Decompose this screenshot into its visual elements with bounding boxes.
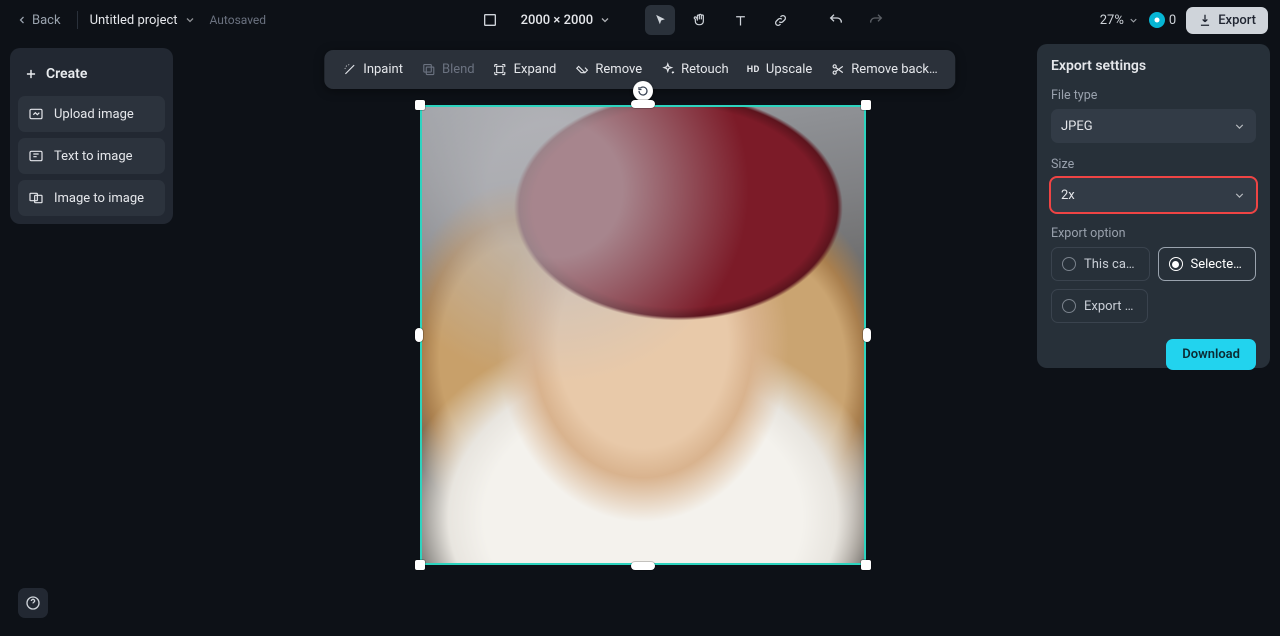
export-option-label: Export option: [1051, 226, 1256, 241]
download-button[interactable]: Download: [1166, 339, 1256, 370]
undo-button[interactable]: [821, 5, 851, 35]
back-button[interactable]: Back: [12, 9, 65, 32]
upload-image-label: Upload image: [54, 107, 134, 122]
size-value: 2x: [1061, 188, 1075, 203]
create-header: Create: [18, 56, 165, 90]
redo-button[interactable]: [861, 5, 891, 35]
chevron-down-icon: [184, 14, 196, 26]
chevron-down-icon: [599, 14, 611, 26]
top-bar-center: 2000 × 2000: [274, 5, 1092, 35]
undo-icon: [828, 12, 844, 28]
canvas-dimensions-label: 2000 × 2000: [521, 13, 594, 28]
download-label: Download: [1182, 347, 1240, 362]
hand-icon: [692, 12, 708, 28]
help-button[interactable]: [18, 588, 48, 618]
workspace: Create Upload image Text to image Image …: [0, 40, 1280, 636]
chevron-down-icon: [1233, 120, 1246, 133]
text-to-image-icon: [28, 148, 44, 164]
resize-handle-left[interactable]: [415, 328, 423, 342]
project-name-dropdown[interactable]: Untitled project: [90, 13, 196, 28]
rotate-icon: [637, 85, 649, 97]
resize-handle-bottom[interactable]: [631, 562, 655, 570]
portrait-photo: [422, 107, 864, 563]
hand-tool-button[interactable]: [685, 5, 715, 35]
resize-handle-right[interactable]: [863, 328, 871, 342]
export-settings-title: Export settings: [1051, 58, 1256, 74]
link-tool-button[interactable]: [765, 5, 795, 35]
file-type-label: File type: [1051, 88, 1256, 103]
left-panel: Create Upload image Text to image Image …: [10, 48, 173, 224]
chevron-down-icon: [1128, 15, 1139, 26]
resize-handle-top-left[interactable]: [415, 100, 425, 110]
divider: [77, 11, 78, 29]
size-label: Size: [1051, 157, 1256, 172]
zoom-dropdown[interactable]: 27%: [1100, 13, 1139, 28]
zoom-label: 27%: [1100, 13, 1124, 28]
top-bar-left: Back Untitled project Autosaved: [12, 9, 266, 32]
chevron-down-icon: [1233, 189, 1246, 202]
text-to-image-label: Text to image: [54, 149, 133, 164]
redo-icon: [868, 12, 884, 28]
option-this-canvas[interactable]: This canvas: [1051, 247, 1150, 281]
download-icon: [1198, 13, 1212, 27]
radio-icon: [1062, 299, 1076, 313]
credits-display[interactable]: 0: [1149, 12, 1176, 28]
file-type-select[interactable]: JPEG: [1051, 109, 1256, 143]
image-selection[interactable]: [420, 105, 866, 565]
rotate-handle[interactable]: [633, 81, 653, 101]
export-option-group: Export option This canvas Selected l… Ex…: [1051, 224, 1256, 323]
select-tool-button[interactable]: [645, 5, 675, 35]
link-icon: [773, 13, 788, 28]
option-this-canvas-label: This canvas: [1084, 257, 1139, 272]
image-to-image-button[interactable]: Image to image: [18, 180, 165, 216]
resize-handle-top-right[interactable]: [861, 100, 871, 110]
canvas-area[interactable]: [180, 40, 1010, 636]
size-select[interactable]: 2x: [1051, 178, 1256, 212]
image-to-image-icon: [28, 190, 44, 206]
image-to-image-label: Image to image: [54, 191, 144, 206]
upload-image-button[interactable]: Upload image: [18, 96, 165, 132]
export-button[interactable]: Export: [1186, 7, 1268, 34]
help-icon: [25, 595, 41, 611]
option-selected-layers-label: Selected l…: [1191, 257, 1246, 272]
upload-image-icon: [28, 106, 44, 122]
resize-handle-top[interactable]: [631, 100, 655, 108]
radio-icon: [1062, 257, 1076, 271]
autosaved-status: Autosaved: [210, 13, 267, 27]
resize-handle-bottom-left[interactable]: [415, 560, 425, 570]
credits-value: 0: [1169, 13, 1176, 28]
file-type-group: File type JPEG: [1051, 86, 1256, 143]
back-label: Back: [32, 13, 61, 28]
cursor-icon: [653, 13, 668, 28]
project-name-label: Untitled project: [90, 13, 178, 28]
option-selected-layers[interactable]: Selected l…: [1158, 247, 1257, 281]
file-type-value: JPEG: [1061, 119, 1093, 134]
plus-icon: [24, 67, 38, 81]
radio-icon-selected: [1169, 257, 1183, 271]
text-tool-button[interactable]: [725, 5, 755, 35]
credit-coin-icon: [1149, 12, 1165, 28]
export-settings-panel: Export settings File type JPEG Size 2x E…: [1037, 44, 1270, 368]
text-icon: [733, 13, 748, 28]
create-label: Create: [46, 66, 87, 82]
top-bar-right: 27% 0 Export: [1100, 7, 1268, 34]
export-label: Export: [1218, 13, 1256, 28]
canvas-image[interactable]: [420, 105, 866, 565]
canvas-dimensions-dropdown[interactable]: 2000 × 2000: [515, 9, 618, 32]
top-bar: Back Untitled project Autosaved 2000 × 2…: [0, 0, 1280, 40]
option-export-all[interactable]: Export all …: [1051, 289, 1148, 323]
text-to-image-button[interactable]: Text to image: [18, 138, 165, 174]
resize-handle-bottom-right[interactable]: [861, 560, 871, 570]
size-group: Size 2x: [1051, 155, 1256, 212]
resize-canvas-button[interactable]: [475, 5, 505, 35]
chevron-left-icon: [16, 14, 28, 26]
option-export-all-label: Export all …: [1084, 299, 1137, 314]
